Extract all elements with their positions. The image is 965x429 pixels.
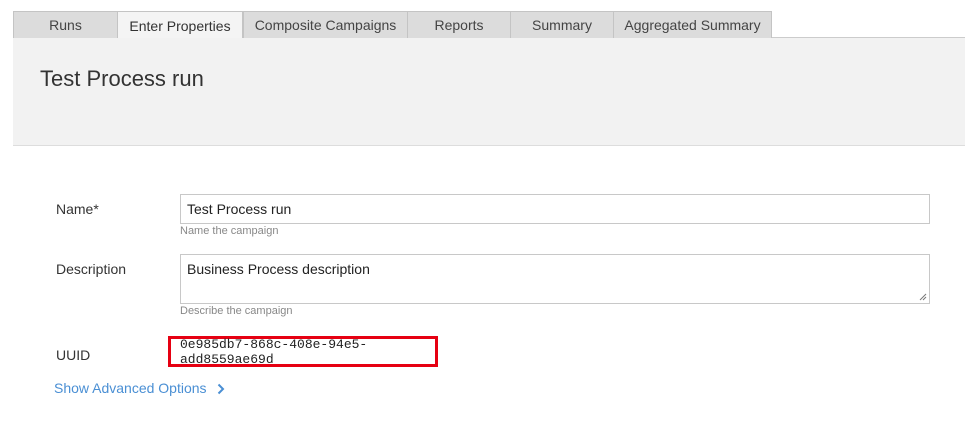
show-advanced-options-link[interactable]: Show Advanced Options bbox=[54, 380, 225, 396]
header-panel: Test Process run bbox=[13, 38, 965, 146]
tab-composite-campaigns[interactable]: Composite Campaigns bbox=[243, 11, 408, 38]
tab-aggregated-summary[interactable]: Aggregated Summary bbox=[613, 11, 772, 38]
chevron-right-icon bbox=[217, 383, 224, 395]
tab-summary[interactable]: Summary bbox=[510, 11, 614, 38]
description-label: Description bbox=[56, 261, 127, 277]
name-hint: Name the campaign bbox=[180, 225, 279, 237]
tab-enter-properties[interactable]: Enter Properties bbox=[117, 11, 243, 39]
tab-bar: Runs Enter Properties Composite Campaign… bbox=[13, 11, 965, 39]
uuid-label: UUID bbox=[56, 347, 91, 363]
resize-grip-icon[interactable] bbox=[919, 293, 927, 301]
show-advanced-options-label: Show Advanced Options bbox=[54, 380, 207, 396]
uuid-field[interactable]: 0e985db7-868c-408e-94e5-add8559ae69d bbox=[168, 336, 438, 367]
uuid-value: 0e985db7-868c-408e-94e5-add8559ae69d bbox=[180, 336, 368, 367]
properties-form: Name* Test Process run Name the campaign… bbox=[13, 146, 965, 429]
tab-runs[interactable]: Runs bbox=[13, 11, 118, 38]
tab-reports[interactable]: Reports bbox=[407, 11, 511, 38]
description-hint: Describe the campaign bbox=[180, 305, 293, 317]
name-label: Name* bbox=[56, 201, 99, 217]
app-window: Runs Enter Properties Composite Campaign… bbox=[0, 0, 965, 429]
page-title: Test Process run bbox=[40, 66, 204, 91]
name-field[interactable]: Test Process run bbox=[180, 194, 930, 224]
description-value: Business Process description bbox=[187, 261, 370, 277]
description-field[interactable]: Business Process description bbox=[180, 254, 930, 304]
